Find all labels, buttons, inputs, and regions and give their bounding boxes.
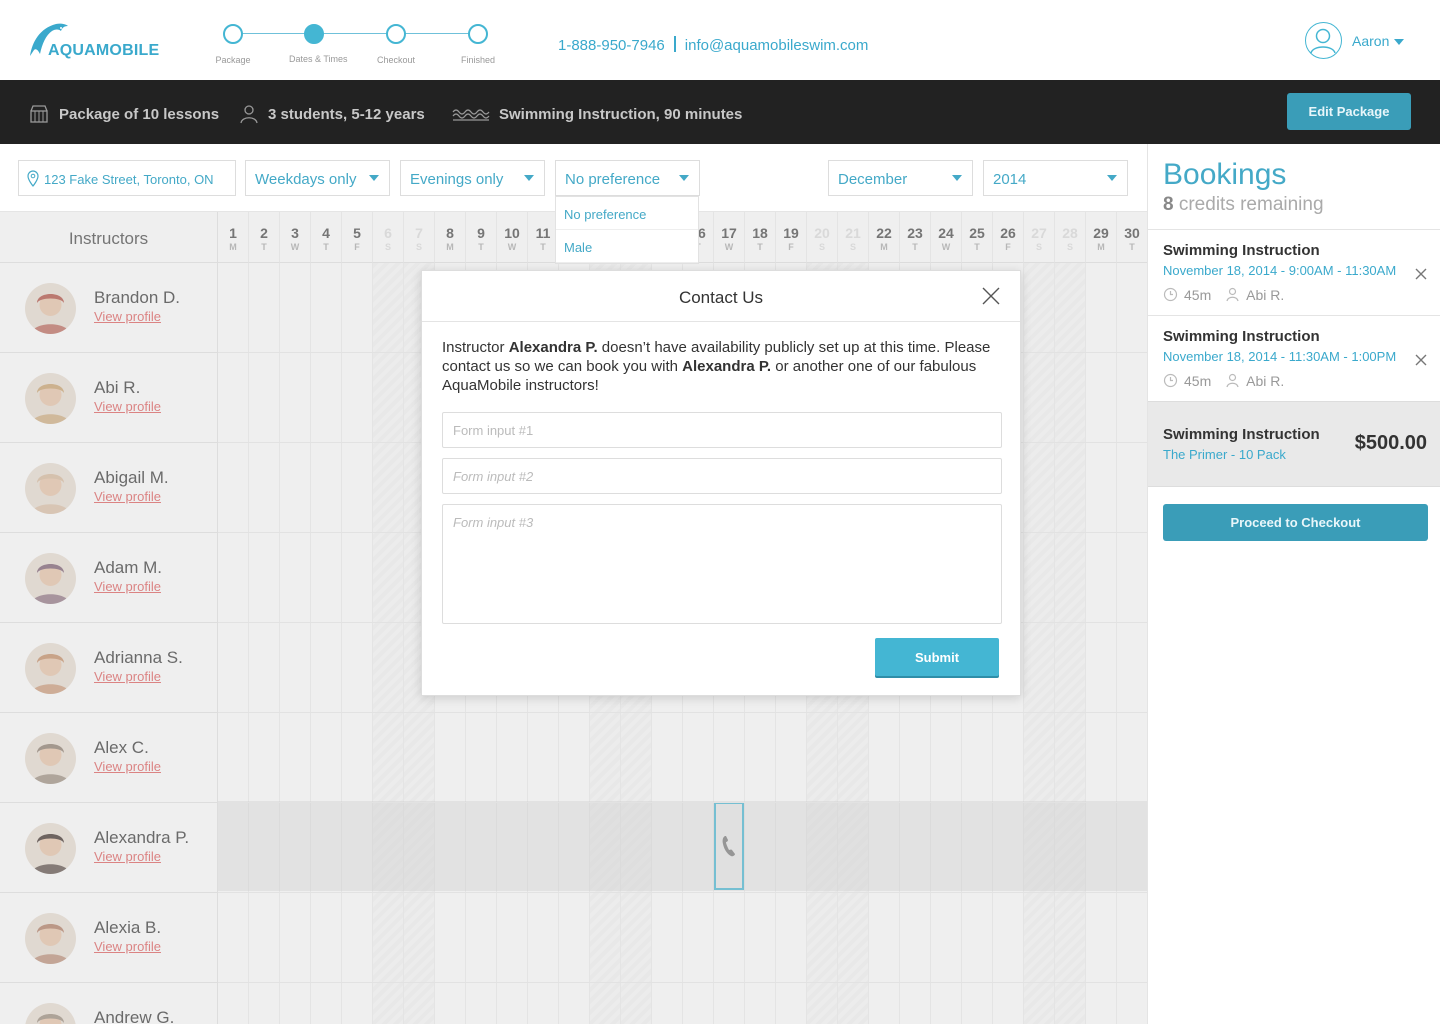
step-finished[interactable]: Finished xyxy=(453,22,503,65)
proceed-to-checkout-button[interactable]: Proceed to Checkout xyxy=(1163,504,1428,541)
person-icon xyxy=(240,105,258,124)
times-select[interactable]: Evenings only xyxy=(400,160,545,196)
chevron-down-icon xyxy=(524,175,534,181)
chevron-down-icon xyxy=(1107,175,1117,181)
progress-steps: Package Dates & Times Checkout Finished xyxy=(208,22,508,72)
clock-icon xyxy=(1163,373,1178,391)
water-waves-icon xyxy=(452,109,490,121)
modal-title: Contact Us xyxy=(422,271,1020,322)
chevron-down-icon xyxy=(369,175,379,181)
step-checkout[interactable]: Checkout xyxy=(371,22,421,65)
gender-option-no-preference[interactable]: No preference xyxy=(556,197,698,230)
user-avatar-icon xyxy=(1305,22,1342,59)
package-lessons: Package of 10 lessons xyxy=(59,106,220,123)
credits-remaining: 8 credits remaining xyxy=(1163,194,1324,215)
step-dates-times[interactable]: Dates & Times xyxy=(289,22,348,64)
booking-item: Swimming Instruction November 18, 2014 -… xyxy=(1148,229,1440,315)
separator xyxy=(673,36,676,52)
close-icon[interactable] xyxy=(980,285,1002,307)
month-select[interactable]: December xyxy=(828,160,973,196)
gender-option-male[interactable]: Male xyxy=(556,230,698,263)
person-icon xyxy=(1225,287,1240,305)
person-icon xyxy=(1225,373,1240,391)
email-link[interactable]: info@aquamobileswim.com xyxy=(685,37,869,54)
remove-booking-close-icon[interactable] xyxy=(1415,265,1427,283)
package-summary: Swimming Instruction The Primer - 10 Pac… xyxy=(1148,401,1440,487)
location-pin-icon xyxy=(27,170,39,187)
submit-button[interactable]: Submit xyxy=(875,638,999,676)
instructor-name: Alexandra P. xyxy=(508,339,598,356)
step-package[interactable]: Package xyxy=(208,22,258,65)
instructor-name: Alexandra P. xyxy=(682,358,772,375)
chevron-down-icon xyxy=(679,175,689,181)
contact-links: 1-888-950-7946 info@aquamobileswim.com xyxy=(558,36,868,54)
package-bar: Package of 10 lessons 3 students, 5-12 y… xyxy=(0,80,1440,144)
chevron-down-icon xyxy=(952,175,962,181)
top-header: AQUAMOBILE Package Dates & Times Checkou… xyxy=(0,0,1440,80)
remove-booking-close-icon[interactable] xyxy=(1415,351,1427,369)
year-select[interactable]: 2014 xyxy=(983,160,1128,196)
modal-message: Instructor Alexandra P. doesn’t have ava… xyxy=(442,339,991,394)
bookings-title: Bookings xyxy=(1163,158,1287,191)
edit-package-button[interactable]: Edit Package xyxy=(1287,93,1411,130)
contact-us-modal: Contact Us Instructor Alexandra P. doesn… xyxy=(421,270,1021,696)
address-field[interactable]: 123 Fake Street, Toronto, ON xyxy=(18,160,236,196)
booking-item: Swimming Instruction November 18, 2014 -… xyxy=(1148,315,1440,401)
user-name: Aaron xyxy=(1352,33,1390,49)
package-price: $500.00 xyxy=(1354,432,1427,454)
gender-dropdown-menu: No preference Male xyxy=(555,196,699,264)
chevron-down-icon xyxy=(1394,39,1404,45)
package-service: Swimming Instruction, 90 minutes xyxy=(499,106,743,123)
bookings-panel: Bookings 8 credits remaining Swimming In… xyxy=(1147,144,1440,1024)
package-students: 3 students, 5-12 years xyxy=(268,106,425,123)
gender-select[interactable]: No preference xyxy=(555,160,700,196)
form-input-3[interactable] xyxy=(442,504,1002,624)
clock-icon xyxy=(1163,287,1178,305)
brand-name: AQUAMOBILE xyxy=(48,42,160,59)
days-select[interactable]: Weekdays only xyxy=(245,160,390,196)
package-icon xyxy=(30,105,48,123)
form-input-2[interactable] xyxy=(442,458,1002,494)
form-input-1[interactable] xyxy=(442,412,1002,448)
phone-link[interactable]: 1-888-950-7946 xyxy=(558,37,665,54)
